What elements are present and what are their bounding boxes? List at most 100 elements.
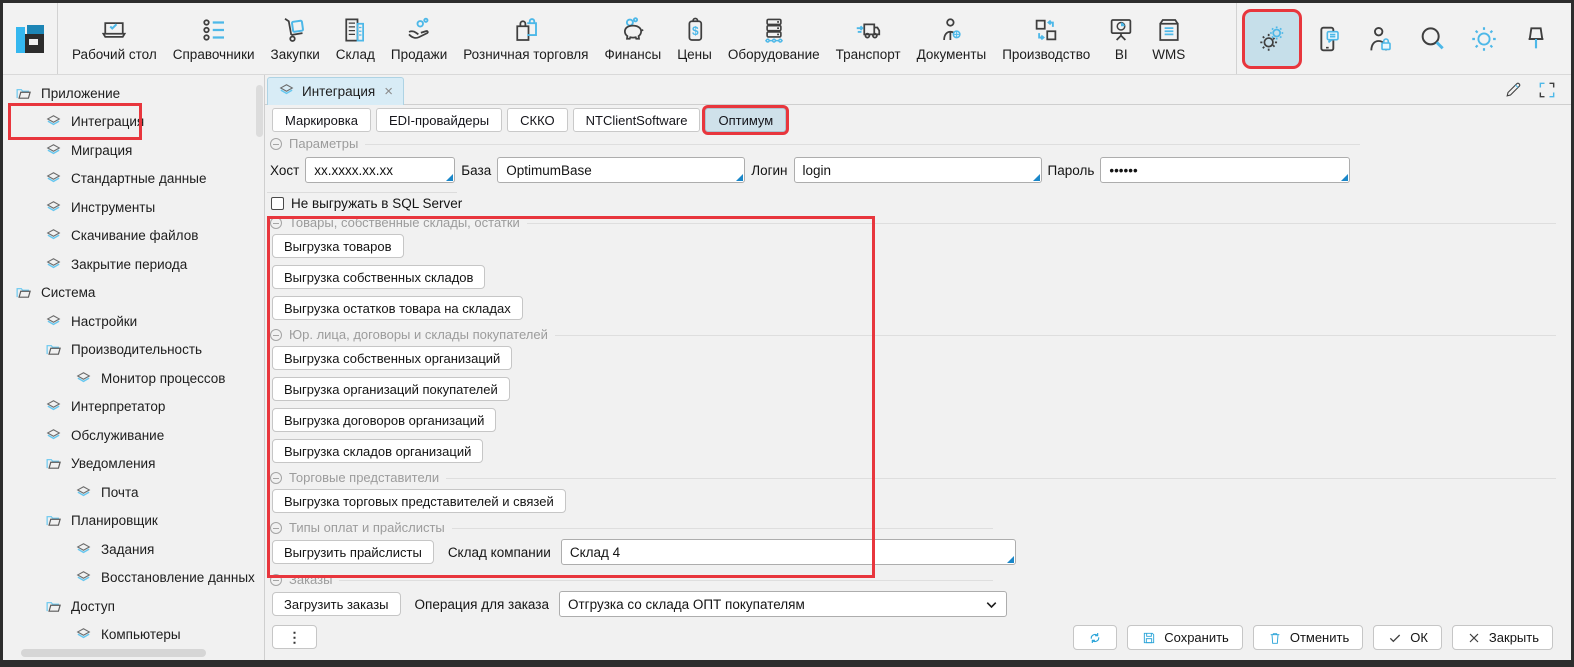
tab-integration[interactable]: Интеграция ×: [267, 77, 404, 105]
toolbar-item-13[interactable]: WMS: [1144, 3, 1193, 74]
toolbar-item-4[interactable]: Продажи: [383, 3, 455, 74]
toolbar-item-9[interactable]: Транспорт: [828, 3, 909, 74]
layers-icon: [75, 370, 92, 387]
more-actions-button[interactable]: ⋮: [272, 625, 317, 649]
sidebar-item-6[interactable]: Закрытие периода: [3, 250, 264, 279]
sidebar-vertical-scrollbar[interactable]: [256, 79, 263, 646]
button-label: Отменить: [1290, 630, 1349, 645]
base-input[interactable]: OptimumBase: [497, 157, 745, 183]
sidebar-item-2[interactable]: Миграция: [3, 136, 264, 165]
sidebar-item-3[interactable]: Стандартные данные: [3, 165, 264, 194]
sidebar-item-label: Скачивание файлов: [71, 228, 198, 243]
order-operation-select[interactable]: Отгрузка со склада ОПТ покупателям: [559, 591, 1007, 617]
refresh-button[interactable]: [1073, 625, 1117, 650]
toolbar-item-1[interactable]: Справочники: [165, 3, 263, 74]
collapse-icon[interactable]: [270, 329, 282, 341]
edit-button[interactable]: [1503, 80, 1523, 103]
toolbar-item-8[interactable]: Оборудование: [720, 3, 828, 74]
sales-icon: [404, 15, 434, 45]
host-input[interactable]: xx.xxxx.xx.xx: [305, 157, 455, 183]
folder-icon: [45, 512, 62, 529]
sidebar-item-12[interactable]: Обслуживание: [3, 421, 264, 450]
sidebar-item-19[interactable]: Компьютеры: [3, 621, 264, 650]
retail-icon: [511, 15, 541, 45]
fullscreen-button[interactable]: [1537, 80, 1557, 103]
ok-button[interactable]: ОК: [1373, 625, 1442, 650]
toolbar-item-5[interactable]: Розничная торговля: [455, 3, 596, 74]
sidebar-item-4[interactable]: Инструменты: [3, 193, 264, 222]
sidebar-item-17[interactable]: Восстановление данных: [3, 564, 264, 593]
group-2-button-0[interactable]: Выгрузка торговых представителей и связе…: [272, 489, 566, 513]
collapse-icon[interactable]: [270, 217, 282, 229]
group-title: Параметры: [289, 136, 358, 151]
toolbar-item-11[interactable]: Производство: [994, 3, 1098, 74]
toolbar-item-3[interactable]: Склад: [328, 3, 383, 74]
sidebar-item-label: Почта: [101, 485, 139, 500]
toolbar-button-brightness[interactable]: [1461, 12, 1507, 66]
sidebar-item-label: Доступ: [71, 599, 115, 614]
sidebar-item-13[interactable]: Уведомления: [3, 450, 264, 479]
group-title: Товары, собственные склады, остатки: [289, 215, 520, 230]
close-button[interactable]: Закрыть: [1452, 625, 1553, 650]
toolbar-item-2[interactable]: Закупки: [263, 3, 328, 74]
subtab-0[interactable]: Маркировка: [272, 108, 371, 132]
login-input[interactable]: login: [794, 157, 1042, 183]
no-sql-export-checkbox[interactable]: Не выгружать в SQL Server: [271, 196, 462, 211]
company-warehouse-input[interactable]: Склад 4: [561, 539, 1016, 565]
layers-icon: [45, 113, 62, 130]
subtab-4[interactable]: Оптимум: [705, 108, 786, 132]
cancel-button[interactable]: Отменить: [1253, 625, 1363, 650]
toolbar-button-search[interactable]: [1409, 12, 1455, 66]
checkbox-icon[interactable]: [271, 197, 284, 210]
group-4-button-0[interactable]: Загрузить заказы: [272, 592, 401, 616]
close-icon[interactable]: ×: [384, 83, 393, 100]
search-icon: [1416, 23, 1448, 55]
toolbar-item-0[interactable]: Рабочий стол: [64, 3, 165, 74]
field-label: База: [461, 163, 491, 178]
sidebar-horizontal-scrollbar[interactable]: [15, 649, 245, 657]
group-1-button-3[interactable]: Выгрузка складов организаций: [272, 439, 483, 463]
group-1-button-0[interactable]: Выгрузка собственных организаций: [272, 346, 512, 370]
sidebar-item-5[interactable]: Скачивание файлов: [3, 222, 264, 251]
toolbar-button-pin[interactable]: [1513, 12, 1559, 66]
sidebar-item-14[interactable]: Почта: [3, 478, 264, 507]
mobile-chat-icon: [1312, 23, 1344, 55]
toolbar-item-10[interactable]: Документы: [909, 3, 995, 74]
group-0-button-0[interactable]: Выгрузка товаров: [272, 234, 404, 258]
group-1-button-1[interactable]: Выгрузка организаций покупателей: [272, 377, 510, 401]
sidebar-item-10[interactable]: Монитор процессов: [3, 364, 264, 393]
group-header-4: Заказы: [270, 572, 993, 587]
sidebar-item-16[interactable]: Задания: [3, 535, 264, 564]
sidebar-item-15[interactable]: Планировщик: [3, 507, 264, 536]
collapse-icon[interactable]: [270, 472, 282, 484]
toolbar-button-mobile-chat[interactable]: [1305, 12, 1351, 66]
sidebar-item-11[interactable]: Интерпретатор: [3, 393, 264, 422]
save-button[interactable]: Сохранить: [1127, 625, 1243, 650]
toolbar-button-user-lock[interactable]: [1357, 12, 1403, 66]
subtab-bar: МаркировкаEDI-провайдерыСККОNTClientSoft…: [272, 108, 786, 132]
toolbar-item-label: Документы: [917, 47, 987, 62]
subtab-2[interactable]: СККО: [507, 108, 568, 132]
collapse-icon[interactable]: [270, 574, 282, 586]
sidebar-item-7[interactable]: Система: [3, 279, 264, 308]
group-1-button-2[interactable]: Выгрузка договоров организаций: [272, 408, 496, 432]
group-0-button-2[interactable]: Выгрузка остатков товара на складах: [272, 296, 523, 320]
toolbar-item-12[interactable]: BI: [1098, 3, 1144, 74]
sidebar-item-1[interactable]: Интеграция: [3, 108, 264, 137]
toolbar-item-6[interactable]: Финансы: [597, 3, 670, 74]
subtab-1[interactable]: EDI-провайдеры: [376, 108, 502, 132]
toolbar-button-settings-gears[interactable]: [1245, 12, 1299, 66]
field-value: xx.xxxx.xx.xx: [314, 163, 393, 178]
collapse-icon[interactable]: [270, 138, 282, 150]
subtab-3[interactable]: NTClientSoftware: [573, 108, 701, 132]
sidebar-item-9[interactable]: Производительность: [3, 336, 264, 365]
group-3-button-0[interactable]: Выгрузить прайслисты: [272, 540, 434, 564]
password-input[interactable]: ••••••: [1100, 157, 1350, 183]
sidebar-item-8[interactable]: Настройки: [3, 307, 264, 336]
sidebar-item-0[interactable]: Приложение: [3, 79, 264, 108]
sidebar-item-18[interactable]: Доступ: [3, 592, 264, 621]
group-0-button-1[interactable]: Выгрузка собственных складов: [272, 265, 485, 289]
sidebar-item-label: Стандартные данные: [71, 171, 206, 186]
collapse-icon[interactable]: [270, 522, 282, 534]
toolbar-item-7[interactable]: $Цены: [669, 3, 720, 74]
